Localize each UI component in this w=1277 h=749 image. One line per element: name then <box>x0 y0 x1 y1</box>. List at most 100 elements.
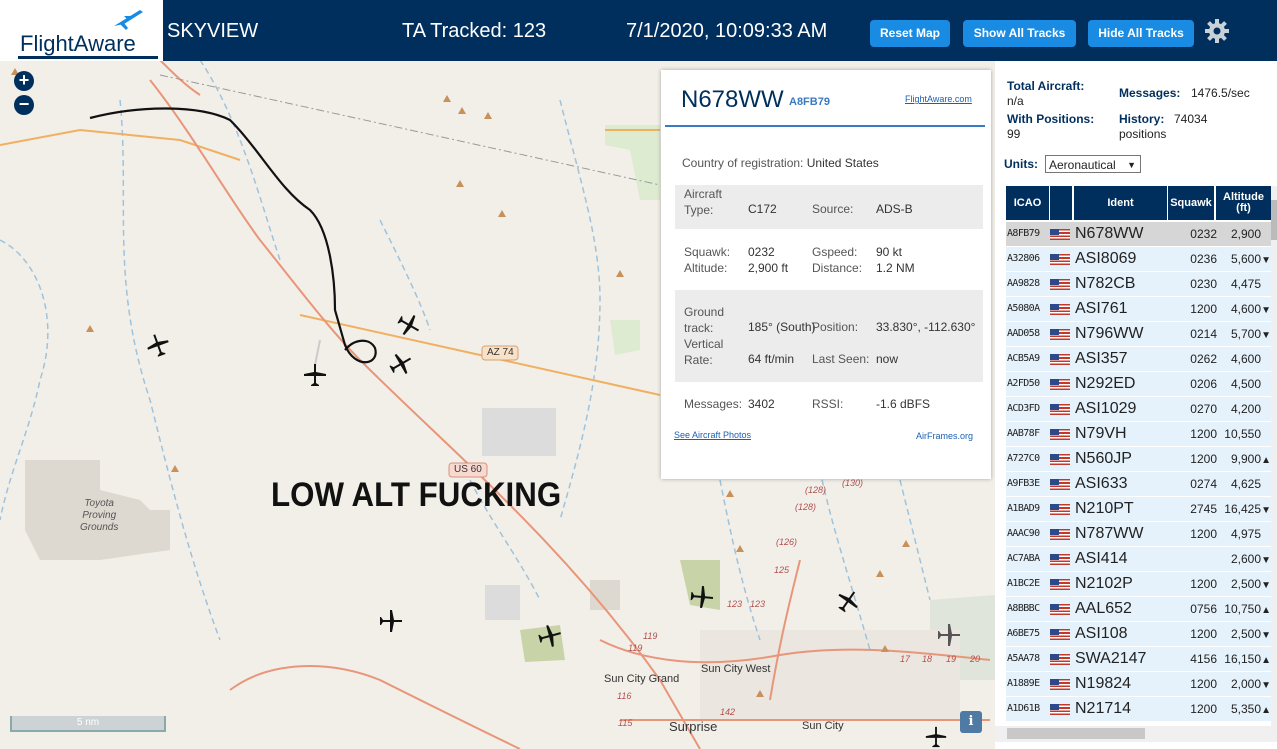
horizontal-scrollbar-thumb[interactable] <box>1007 728 1145 739</box>
table-row[interactable]: A1BC2E N2102P 1200 2,500▼ <box>1006 572 1271 596</box>
altitude-trend-icon: ▼ <box>1261 305 1271 316</box>
aircraft-icon[interactable] <box>145 332 171 358</box>
row-ident: N19824 <box>1075 675 1132 692</box>
table-row[interactable]: A5080A ASI761 1200 4,600▼ <box>1006 297 1271 321</box>
column-header-altitude[interactable]: Altitude (ft) <box>1216 186 1271 220</box>
us-flag-icon <box>1050 497 1072 521</box>
table-row[interactable]: A2FD50 N292ED 0206 4,500 <box>1006 372 1271 396</box>
row-squawk: 0214 <box>1190 327 1217 341</box>
column-header-icao[interactable]: ICAO <box>1006 186 1049 220</box>
table-row[interactable]: A1BAD9 N210PT 2745 16,425▼ <box>1006 497 1271 521</box>
distance-label: Distance: <box>812 261 863 275</box>
chevron-down-icon: ▼ <box>1127 160 1136 170</box>
row-ident: N796WW <box>1075 325 1144 342</box>
route-label-115: 115 <box>618 718 633 728</box>
row-icao: A9FB3E <box>1007 478 1040 489</box>
table-row[interactable]: AAAC90 N787WW 1200 4,975 <box>1006 522 1271 546</box>
us-flag-icon <box>1050 697 1072 721</box>
aircraft-type-label: Aircraft Type: <box>684 187 723 217</box>
zoom-out-button[interactable]: − <box>14 95 34 115</box>
row-altitude: 10,550 <box>1224 427 1261 441</box>
table-row[interactable]: A1889E N19824 1200 2,000▼ <box>1006 672 1271 696</box>
aircraft-icon[interactable] <box>936 622 962 648</box>
row-ident: N678WW <box>1075 225 1144 242</box>
aircraft-info-popup: N678WW A8FB79 FlightAware.com Country of… <box>661 70 991 479</box>
table-row[interactable]: A8BBBC AAL652 0756 10,750▲ <box>1006 597 1271 621</box>
row-icao: A5080A <box>1007 303 1040 314</box>
us-flag-icon <box>1050 647 1072 671</box>
aircraft-icon[interactable] <box>537 623 563 649</box>
table-row[interactable]: A727C0 N560JP 1200 9,900▲ <box>1006 447 1271 471</box>
table-row[interactable]: A6BE75 ASI108 1200 2,500▼ <box>1006 622 1271 646</box>
country-row: Country of registration: United States <box>682 156 879 170</box>
altitude-trend-icon: ▲ <box>1261 605 1271 616</box>
table-row[interactable]: AC7ABA ASI414 2,600▼ <box>1006 547 1271 571</box>
table-row[interactable]: ACB5A9 ASI357 0262 4,600 <box>1006 347 1271 371</box>
aircraft-icon[interactable] <box>396 312 422 338</box>
messages-label: Messages: <box>684 397 743 411</box>
show-all-tracks-button[interactable]: Show All Tracks <box>963 20 1076 47</box>
with-positions-label: With Positions: <box>1007 112 1095 126</box>
vertical-scrollbar-thumb[interactable] <box>1271 200 1277 240</box>
row-squawk: 0262 <box>1190 352 1217 366</box>
info-icon[interactable]: i <box>960 711 982 733</box>
route-label-123b: 123 <box>750 599 766 609</box>
aircraft-photos-link[interactable]: See Aircraft Photos <box>674 430 751 440</box>
table-row[interactable]: A5AA78 SWA2147 4156 16,150▲ <box>1006 647 1271 671</box>
vertical-scrollbar[interactable] <box>1271 186 1277 726</box>
aircraft-icon[interactable] <box>388 351 414 377</box>
altitude-value: 2,900 ft <box>748 261 789 275</box>
altitude-trend-icon: ▼ <box>1261 680 1271 691</box>
reset-map-button[interactable]: Reset Map <box>870 20 950 47</box>
squawk-value: 0232 <box>748 245 775 259</box>
rssi-label: RSSI: <box>812 397 844 411</box>
us-flag-icon <box>1050 247 1072 271</box>
column-header-flag[interactable] <box>1050 186 1072 220</box>
gear-icon[interactable] <box>1204 18 1230 44</box>
route-label-126: (126) <box>776 537 798 547</box>
row-altitude: 4,625 <box>1230 477 1261 491</box>
row-icao: A2FD50 <box>1007 378 1040 389</box>
aircraft-icon[interactable] <box>689 584 715 610</box>
row-ident: N21714 <box>1075 700 1132 717</box>
row-altitude: 2,600▼ <box>1219 547 1271 571</box>
current-datetime: 7/1/2020, 10:09:33 AM <box>626 20 828 42</box>
units-dropdown[interactable]: Aeronautical ▼ <box>1045 155 1141 173</box>
table-row[interactable]: AAD058 N796WW 0214 5,700▼ <box>1006 322 1271 346</box>
zoom-in-button[interactable]: + <box>14 71 34 91</box>
row-altitude: 9,900▲ <box>1219 447 1271 471</box>
altitude-label: Altitude: <box>684 261 728 275</box>
table-row[interactable]: AAB78F N79VH 1200 10,550 <box>1006 422 1271 446</box>
hide-all-tracks-button[interactable]: Hide All Tracks <box>1088 20 1194 47</box>
ground-track-value: 185° (South) <box>748 320 816 334</box>
us-flag-icon <box>1050 347 1072 371</box>
table-row[interactable]: A9FB3E ASI633 0274 4,625 <box>1006 472 1271 496</box>
us-flag-icon <box>1050 547 1072 571</box>
aircraft-icon[interactable] <box>835 588 861 614</box>
row-icao: A1BC2E <box>1007 578 1040 589</box>
airframes-link[interactable]: AirFrames.org <box>916 431 973 441</box>
route-label-123: 123 <box>727 599 743 609</box>
column-header-ident[interactable]: Ident <box>1074 186 1167 220</box>
table-row[interactable]: A8FB79 N678WW 0232 2,900 <box>1006 222 1271 246</box>
row-squawk: 0236 <box>1190 252 1217 266</box>
flightaware-link[interactable]: FlightAware.com <box>905 94 972 104</box>
units-label: Units: <box>1004 157 1038 171</box>
flightaware-logo[interactable]: FlightAware <box>0 0 163 61</box>
table-row[interactable]: A32806 ASI8069 0236 5,600▼ <box>1006 247 1271 271</box>
row-ident: N292ED <box>1075 375 1136 392</box>
row-altitude: 4,600▼ <box>1219 297 1271 321</box>
table-row[interactable]: AA9828 N782CB 0230 4,475 <box>1006 272 1271 296</box>
us-flag-icon <box>1050 272 1072 296</box>
aircraft-icon[interactable] <box>924 725 948 749</box>
row-ident: N560JP <box>1075 450 1132 467</box>
selected-aircraft-icon[interactable] <box>302 362 328 388</box>
us-flag-icon <box>1050 422 1072 446</box>
with-positions-value: 99 <box>1007 127 1021 141</box>
source-value: ADS-B <box>876 202 913 216</box>
aircraft-icon[interactable] <box>378 608 404 634</box>
table-row[interactable]: ACD3FD ASI1029 0270 4,200 <box>1006 397 1271 421</box>
us-flag-icon <box>1050 322 1072 346</box>
table-row[interactable]: A1D61B N21714 1200 5,350▲ <box>1006 697 1271 721</box>
column-header-squawk[interactable]: Squawk <box>1168 186 1214 220</box>
